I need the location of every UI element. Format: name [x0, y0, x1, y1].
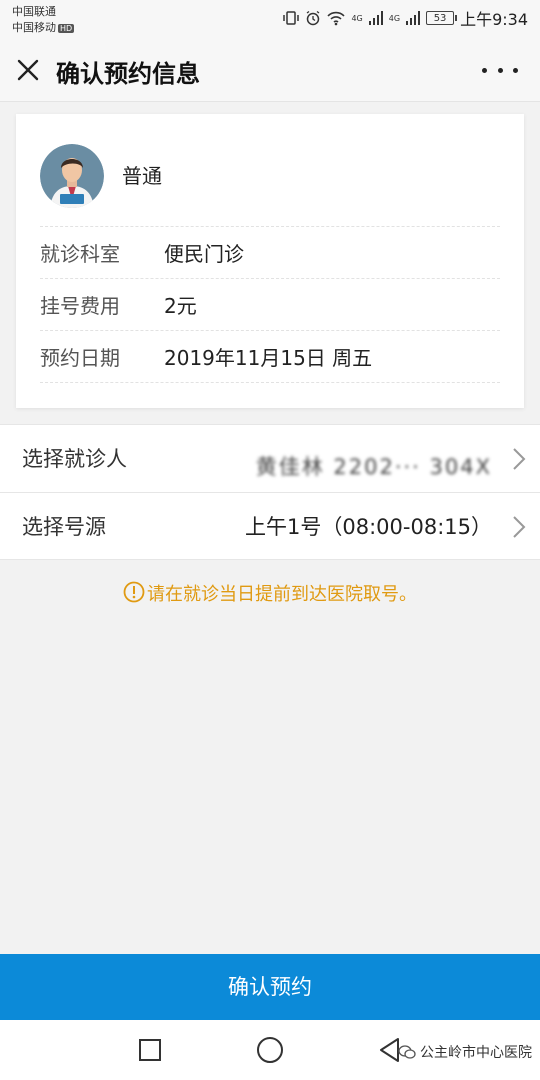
- battery-icon: 53: [426, 11, 458, 25]
- close-button[interactable]: [14, 56, 42, 84]
- doctor-avatar-icon: [40, 144, 104, 208]
- carrier-name: 中国联通: [12, 5, 56, 18]
- info-value: 便民门诊: [164, 242, 244, 266]
- wechat-icon: [398, 1045, 416, 1059]
- divider: [40, 382, 500, 383]
- select-patient-label: 选择就诊人: [22, 447, 127, 471]
- info-row-fee: 挂号费用 2元: [40, 278, 500, 330]
- doctor-avatar: [40, 144, 104, 208]
- select-source-value: 上午1号（08:00-08:15）: [245, 515, 492, 539]
- header: 确认预约信息: [0, 38, 540, 102]
- info-row-department: 就诊科室 便民门诊: [40, 226, 500, 278]
- carrier-name-2-label: 中国移动: [12, 21, 56, 34]
- info-label: 就诊科室: [40, 242, 120, 266]
- info-icon: [123, 581, 145, 603]
- info-value: 2元: [164, 294, 197, 318]
- select-source-label: 选择号源: [22, 515, 106, 539]
- status-icons: 4G 4G 53 上午9:34: [283, 8, 528, 29]
- wifi-icon: [327, 11, 346, 26]
- select-source-row[interactable]: 选择号源 上午1号（08:00-08:15）: [0, 493, 540, 561]
- watermark-text: 公主岭市中心医院: [420, 1045, 532, 1061]
- info-label: 挂号费用: [40, 294, 120, 318]
- signal-icon: [368, 11, 383, 25]
- confirm-appointment-button[interactable]: 确认预约: [0, 954, 540, 1020]
- chevron-right-icon: [513, 448, 526, 470]
- vibrate-icon: [283, 11, 300, 25]
- notice: 请在就诊当日提前到达医院取号。: [0, 580, 540, 606]
- info-value: 2019年11月15日 周五: [164, 346, 373, 370]
- close-icon: [17, 59, 39, 81]
- info-row-date: 预约日期 2019年11月15日 周五: [40, 330, 500, 382]
- home-button[interactable]: [257, 1037, 283, 1063]
- more-icon-dot: [482, 67, 487, 73]
- appointment-card: 普通 就诊科室 便民门诊 挂号费用 2元 预约日期 2019年11月15日 周五: [16, 114, 524, 408]
- select-patient-row[interactable]: 选择就诊人 黄佳林 2202··· 304X: [0, 425, 540, 493]
- notice-text: 请在就诊当日提前到达医院取号。: [147, 584, 417, 605]
- signal-icon-2: [406, 11, 421, 25]
- network-type-2: 4G: [388, 13, 401, 23]
- status-bar: 中国联通 中国移动 HD 4G 4G 53 上午9:34: [0, 0, 540, 38]
- alarm-icon: [307, 10, 320, 26]
- doctor-type: 普通: [122, 164, 162, 188]
- network-type-1: 4G: [351, 13, 363, 23]
- carrier-name-2: 中国移动 HD: [12, 19, 75, 35]
- chevron-right-icon: [513, 516, 526, 538]
- more-icon-dot: [497, 67, 503, 73]
- selection-panel: 选择就诊人 黄佳林 2202··· 304X 选择号源 上午1号（08:00-0…: [0, 424, 540, 560]
- select-patient-value: 黄佳林 2202··· 304X: [255, 455, 492, 479]
- hd-badge: HD: [58, 23, 75, 33]
- page-title: 确认预约信息: [56, 60, 200, 88]
- more-icon-dot: [513, 67, 518, 73]
- watermark: 公主岭市中心医院: [398, 1042, 532, 1062]
- recent-apps-button[interactable]: [139, 1039, 161, 1061]
- more-button[interactable]: [482, 56, 518, 84]
- clock-time: 上午9:34: [460, 10, 528, 29]
- info-label: 预约日期: [40, 346, 120, 370]
- navigation-bar: 公主岭市中心医院: [0, 1020, 540, 1080]
